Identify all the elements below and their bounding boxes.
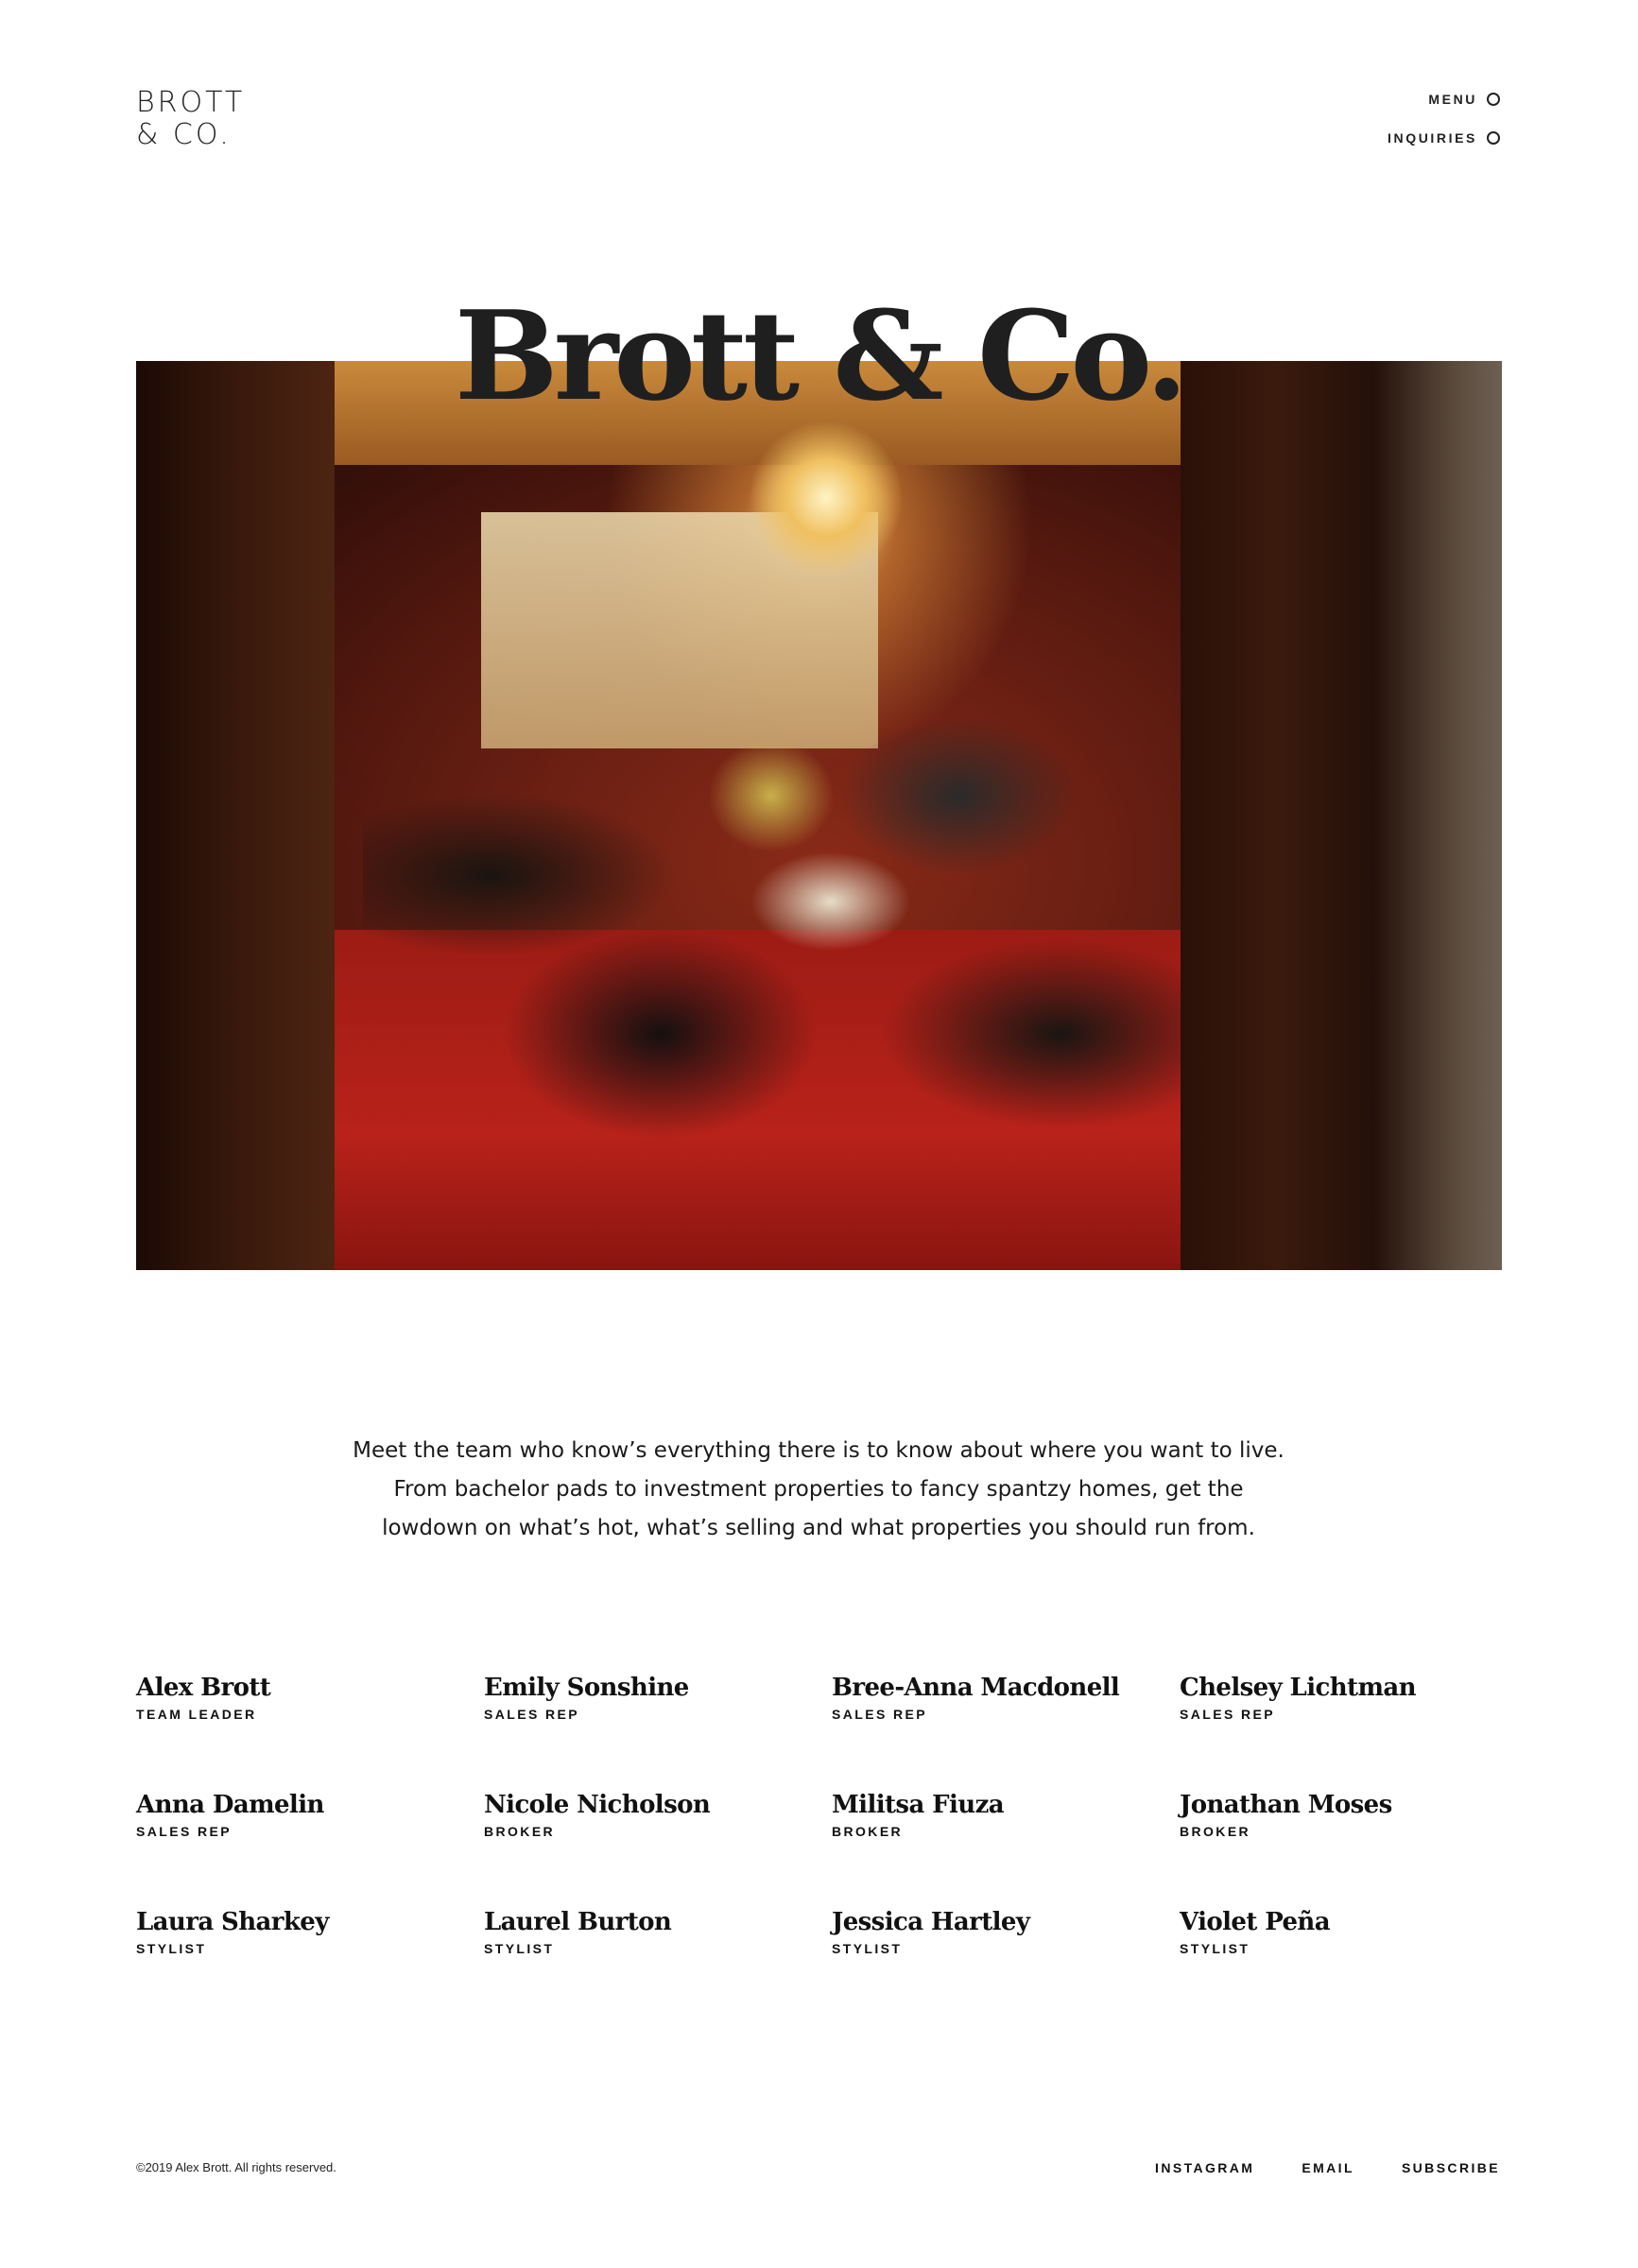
member-name: Violet Peña [1180,1908,1331,1936]
team-member[interactable]: Laurel Burton STYLIST [484,1907,832,2024]
team-grid: Alex Brott TEAM LEADER Emily Sonshine SA… [136,1673,1516,2024]
member-name: Jonathan Moses [1180,1791,1392,1819]
member-name: Laurel Burton [484,1908,672,1936]
page-title: Brott & Co. [454,284,1188,428]
member-name: Jessica Hartley [832,1908,1030,1936]
member-role: TEAM LEADER [136,1707,257,1722]
member-name: Alex Brott [136,1674,271,1702]
intro-line-3: lowdown on what’s hot, what’s selling an… [382,1516,1255,1540]
team-member[interactable]: Alex Brott TEAM LEADER [136,1673,484,1790]
copyright: ©2019 Alex Brott. All rights reserved. [136,2160,336,2174]
team-member[interactable]: Nicole Nicholson BROKER [484,1790,832,1907]
team-member[interactable]: Bree-Anna Macdonell SALES REP [832,1673,1180,1790]
photo-door-right [1181,361,1502,1270]
member-name: Nicole Nicholson [484,1791,711,1819]
team-member[interactable]: Anna Damelin SALES REP [136,1790,484,1907]
photo-chandelier [750,418,902,578]
team-member[interactable]: Emily Sonshine SALES REP [484,1673,832,1790]
team-member[interactable]: Laura Sharkey STYLIST [136,1907,484,2024]
intro-line-1: Meet the team who know’s everything ther… [353,1438,1285,1463]
intro-line-2: From bachelor pads to investment propert… [393,1477,1244,1502]
member-role: BROKER [1180,1824,1251,1839]
member-name: Emily Sonshine [484,1674,689,1702]
site-logo[interactable]: BROTT & CO. [136,87,245,151]
menu-button[interactable]: MENU [1388,89,1500,110]
member-name: Chelsey Lichtman [1180,1674,1417,1702]
circle-icon [1487,131,1500,145]
member-name: Militsa Fiuza [832,1791,1005,1819]
inquiries-label: INQUIRIES [1388,130,1477,146]
member-role: STYLIST [1180,1941,1250,1956]
member-role: SALES REP [1180,1707,1275,1722]
team-photo [136,361,1502,1270]
member-role: BROKER [832,1824,904,1839]
team-member[interactable]: Jessica Hartley STYLIST [832,1907,1180,2024]
menu-label: MENU [1428,92,1477,107]
subscribe-link[interactable]: SUBSCRIBE [1402,2160,1500,2175]
member-role: SALES REP [484,1707,579,1722]
member-role: BROKER [484,1824,556,1839]
member-role: SALES REP [832,1707,927,1722]
member-role: STYLIST [136,1941,207,1956]
member-name: Laura Sharkey [136,1908,329,1936]
team-member[interactable]: Jonathan Moses BROKER [1180,1790,1516,1907]
photo-people [363,663,1214,1193]
top-nav: MENU INQUIRIES [1388,89,1500,166]
footer-links: INSTAGRAM EMAIL SUBSCRIBE [1155,2160,1500,2175]
member-role: STYLIST [832,1941,903,1956]
logo-line-1: BROTT [136,86,246,119]
member-name: Anna Damelin [136,1791,324,1819]
circle-icon [1487,93,1500,106]
inquiries-button[interactable]: INQUIRIES [1388,128,1500,148]
team-member[interactable]: Chelsey Lichtman SALES REP [1180,1673,1516,1790]
member-role: STYLIST [484,1941,555,1956]
photo-door-left [136,361,335,1270]
intro-text: Meet the team who know’s everything ther… [346,1432,1291,1548]
logo-line-2: & CO. [136,118,232,151]
member-role: SALES REP [136,1824,232,1839]
email-link[interactable]: EMAIL [1302,2160,1354,2175]
member-name: Bree-Anna Macdonell [832,1674,1120,1702]
instagram-link[interactable]: INSTAGRAM [1155,2160,1254,2175]
team-member[interactable]: Violet Peña STYLIST [1180,1907,1516,2024]
team-member[interactable]: Militsa Fiuza BROKER [832,1790,1180,1907]
